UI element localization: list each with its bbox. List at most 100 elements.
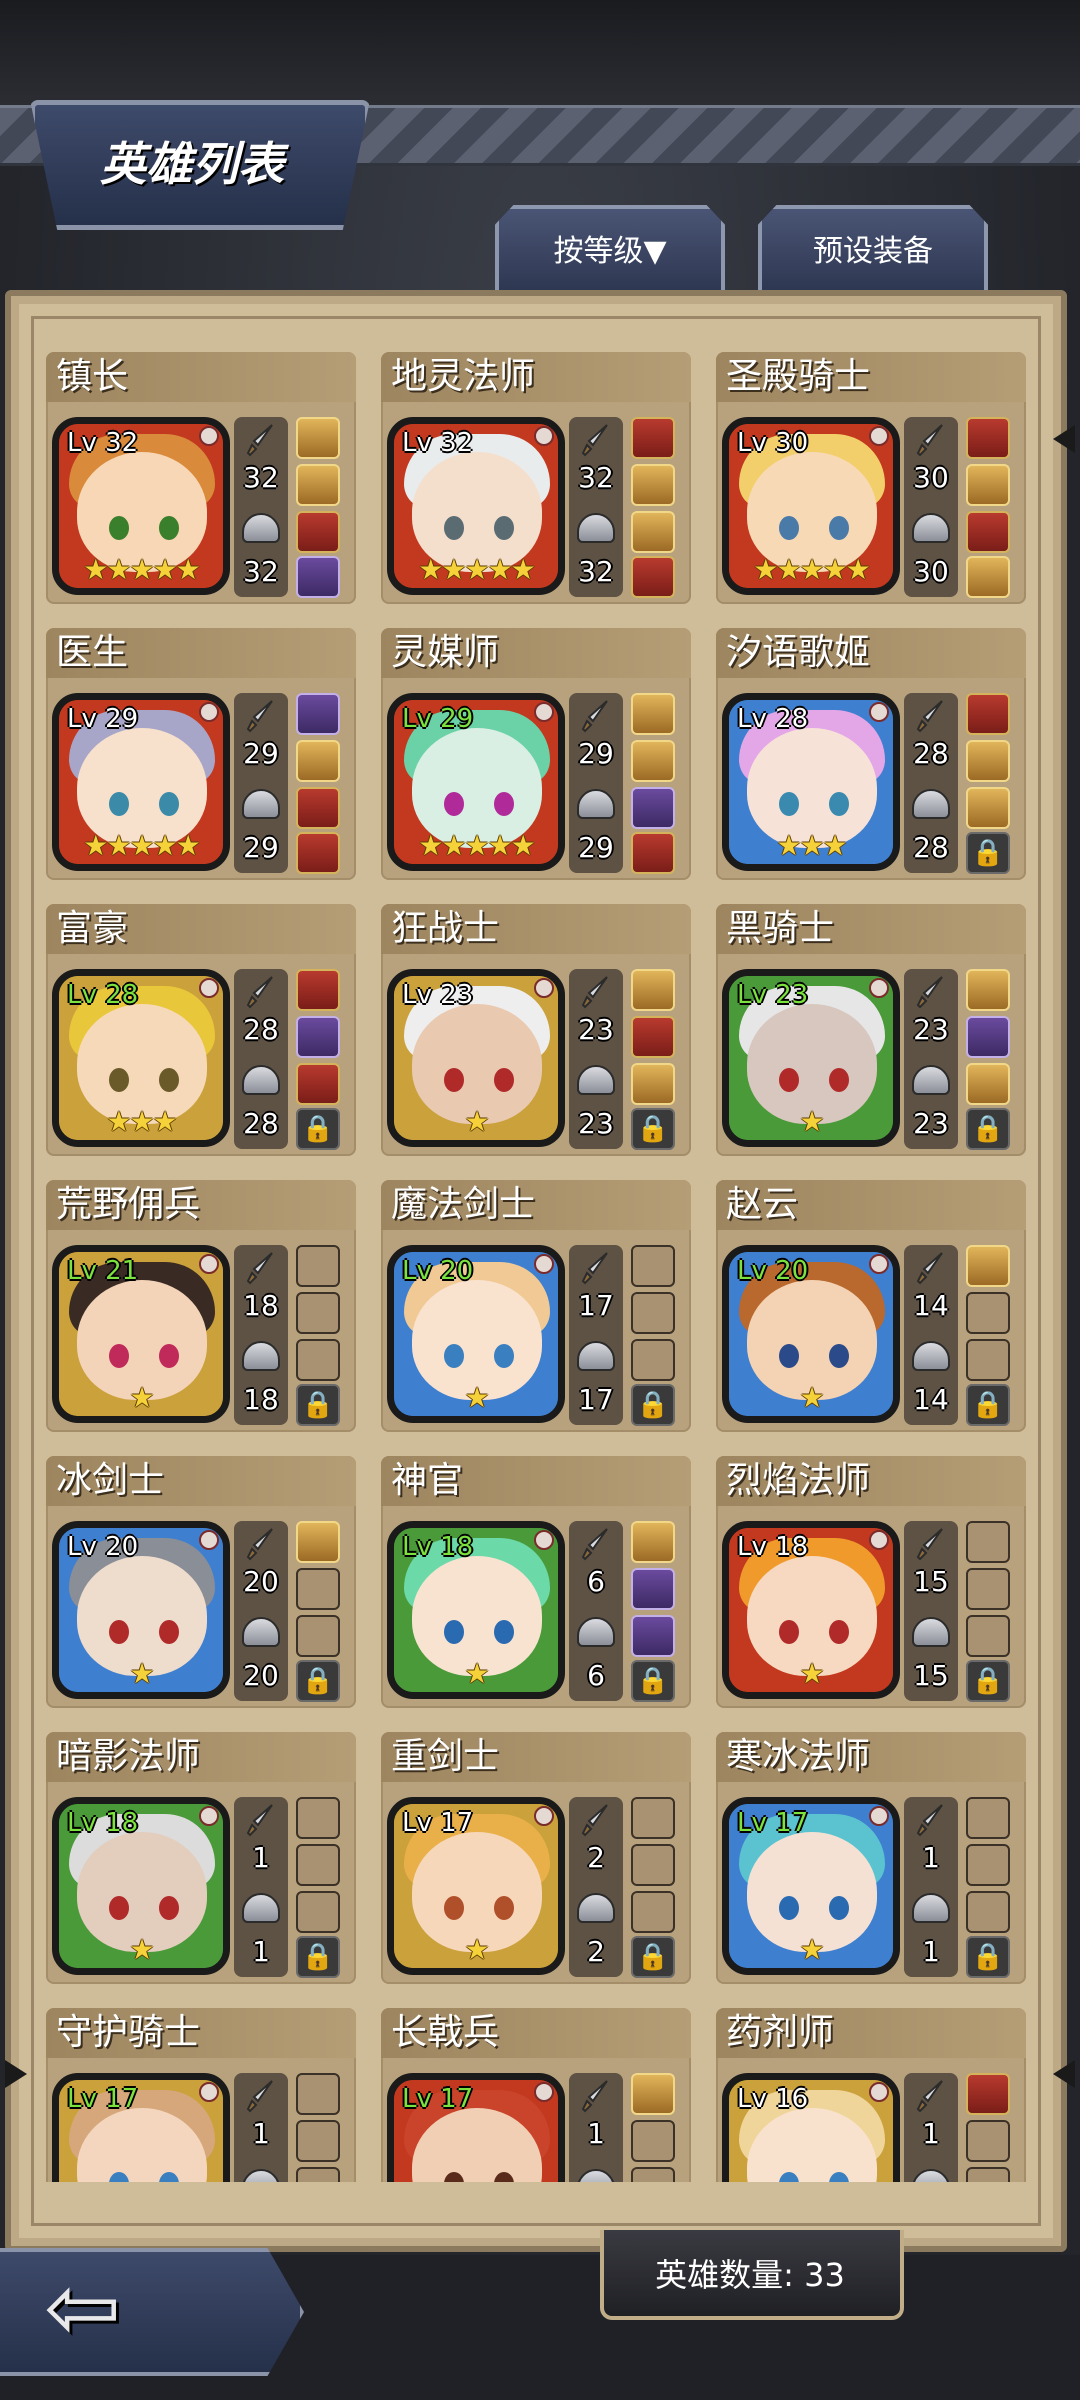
- empty-equipment-slot[interactable]: [296, 1615, 340, 1657]
- locked-slot-icon[interactable]: 🔒: [296, 1108, 340, 1150]
- locked-slot-icon[interactable]: 🔒: [966, 1660, 1010, 1702]
- empty-equipment-slot[interactable]: [631, 1844, 675, 1886]
- equipment-slot[interactable]: [631, 556, 675, 598]
- hero-portrait[interactable]: Lv 28 ★★★: [52, 969, 230, 1147]
- empty-equipment-slot[interactable]: [296, 1339, 340, 1381]
- empty-equipment-slot[interactable]: [296, 1292, 340, 1334]
- equipment-slot[interactable]: [966, 740, 1010, 782]
- back-arrow-icon[interactable]: ⇦: [44, 2262, 121, 2354]
- empty-equipment-slot[interactable]: [296, 1568, 340, 1610]
- empty-equipment-slot[interactable]: [296, 2120, 340, 2162]
- equipment-slot[interactable]: [296, 417, 340, 459]
- hero-portrait[interactable]: Lv 23 ★: [387, 969, 565, 1147]
- hero-card[interactable]: 长戟兵 Lv 17 1 1: [381, 2008, 691, 2182]
- equipment-slot[interactable]: [631, 417, 675, 459]
- hero-portrait[interactable]: Lv 32 ★★★★★: [387, 417, 565, 595]
- locked-slot-icon[interactable]: 🔒: [631, 1936, 675, 1978]
- hero-portrait[interactable]: Lv 17 ★: [387, 1797, 565, 1975]
- hero-card[interactable]: 暗影法师 Lv 18 ★ 1 1 🔒: [46, 1732, 356, 1984]
- empty-equipment-slot[interactable]: [296, 1844, 340, 1886]
- hero-card[interactable]: 烈焰法师 Lv 18 ★ 15 15 🔒: [716, 1456, 1026, 1708]
- locked-slot-icon[interactable]: 🔒: [966, 1384, 1010, 1426]
- equipment-slot[interactable]: [631, 1568, 675, 1610]
- empty-equipment-slot[interactable]: [966, 1339, 1010, 1381]
- empty-equipment-slot[interactable]: [296, 1891, 340, 1933]
- hero-card[interactable]: 医生 Lv 29 ★★★★★ 29 29: [46, 628, 356, 880]
- equipment-slot[interactable]: [296, 787, 340, 829]
- hero-portrait[interactable]: Lv 20 ★: [722, 1245, 900, 1423]
- hero-portrait[interactable]: Lv 30 ★★★★★: [722, 417, 900, 595]
- empty-equipment-slot[interactable]: [631, 1891, 675, 1933]
- equipment-slot[interactable]: [631, 832, 675, 874]
- hero-portrait[interactable]: Lv 17: [52, 2073, 230, 2182]
- hero-card[interactable]: 镇长 Lv 32 ★★★★★ 32 32: [46, 352, 356, 604]
- hero-portrait[interactable]: Lv 23 ★: [722, 969, 900, 1147]
- equipment-slot[interactable]: [966, 1016, 1010, 1058]
- equipment-slot[interactable]: [296, 1063, 340, 1105]
- equipment-slot[interactable]: [631, 1016, 675, 1058]
- empty-equipment-slot[interactable]: [296, 1245, 340, 1287]
- locked-slot-icon[interactable]: 🔒: [631, 1384, 675, 1426]
- hero-card[interactable]: 赵云 Lv 20 ★ 14 14 🔒: [716, 1180, 1026, 1432]
- hero-card[interactable]: 神官 Lv 18 ★ 6 6 🔒: [381, 1456, 691, 1708]
- equipment-slot[interactable]: [296, 969, 340, 1011]
- hero-card[interactable]: 冰剑士 Lv 20 ★ 20 20 🔒: [46, 1456, 356, 1708]
- hero-portrait[interactable]: Lv 17 ★: [722, 1797, 900, 1975]
- equipment-slot[interactable]: [966, 787, 1010, 829]
- equipment-slot[interactable]: [631, 1063, 675, 1105]
- equipment-slot[interactable]: [631, 1521, 675, 1563]
- equipment-slot[interactable]: [966, 2073, 1010, 2115]
- empty-equipment-slot[interactable]: [631, 2167, 675, 2182]
- empty-equipment-slot[interactable]: [631, 1292, 675, 1334]
- locked-slot-icon[interactable]: 🔒: [631, 1108, 675, 1150]
- empty-equipment-slot[interactable]: [631, 1245, 675, 1287]
- equipment-slot[interactable]: [296, 1521, 340, 1563]
- hero-portrait[interactable]: Lv 18 ★: [722, 1521, 900, 1699]
- equipment-slot[interactable]: [296, 511, 340, 553]
- equipment-slot[interactable]: [631, 969, 675, 1011]
- empty-equipment-slot[interactable]: [631, 1797, 675, 1839]
- equipment-slot[interactable]: [966, 969, 1010, 1011]
- empty-equipment-slot[interactable]: [966, 1844, 1010, 1886]
- empty-equipment-slot[interactable]: [631, 1339, 675, 1381]
- equipment-slot[interactable]: [296, 556, 340, 598]
- locked-slot-icon[interactable]: 🔒: [296, 1660, 340, 1702]
- sort-by-level-tab[interactable]: 按等级▼: [495, 205, 725, 294]
- equipment-slot[interactable]: [966, 556, 1010, 598]
- hero-portrait[interactable]: Lv 29 ★★★★★: [387, 693, 565, 871]
- empty-equipment-slot[interactable]: [966, 1615, 1010, 1657]
- empty-equipment-slot[interactable]: [631, 2120, 675, 2162]
- hero-card[interactable]: 富豪 Lv 28 ★★★ 28 28 🔒: [46, 904, 356, 1156]
- equipment-slot[interactable]: [296, 832, 340, 874]
- locked-slot-icon[interactable]: 🔒: [966, 1108, 1010, 1150]
- equipment-slot[interactable]: [966, 693, 1010, 735]
- locked-slot-icon[interactable]: 🔒: [966, 832, 1010, 874]
- empty-equipment-slot[interactable]: [966, 2167, 1010, 2182]
- hero-portrait[interactable]: Lv 32 ★★★★★: [52, 417, 230, 595]
- hero-card[interactable]: 药剂师 Lv 16 1 1: [716, 2008, 1026, 2182]
- empty-equipment-slot[interactable]: [966, 2120, 1010, 2162]
- equipment-slot[interactable]: [631, 511, 675, 553]
- empty-equipment-slot[interactable]: [966, 1797, 1010, 1839]
- equipment-slot[interactable]: [296, 693, 340, 735]
- empty-equipment-slot[interactable]: [966, 1891, 1010, 1933]
- hero-card[interactable]: 寒冰法师 Lv 17 ★ 1 1 🔒: [716, 1732, 1026, 1984]
- hero-card[interactable]: 狂战士 Lv 23 ★ 23 23 🔒: [381, 904, 691, 1156]
- hero-portrait[interactable]: Lv 21 ★: [52, 1245, 230, 1423]
- equipment-slot[interactable]: [631, 740, 675, 782]
- equipment-slot[interactable]: [631, 1615, 675, 1657]
- hero-portrait[interactable]: Lv 17: [387, 2073, 565, 2182]
- hero-portrait[interactable]: Lv 20 ★: [52, 1521, 230, 1699]
- hero-portrait[interactable]: Lv 20 ★: [387, 1245, 565, 1423]
- hero-card[interactable]: 汐语歌姬 Lv 28 ★★★ 28 28 🔒: [716, 628, 1026, 880]
- empty-equipment-slot[interactable]: [966, 1521, 1010, 1563]
- equipment-slot[interactable]: [966, 511, 1010, 553]
- locked-slot-icon[interactable]: 🔒: [296, 1936, 340, 1978]
- hero-card[interactable]: 重剑士 Lv 17 ★ 2 2 🔒: [381, 1732, 691, 1984]
- hero-portrait[interactable]: Lv 18 ★: [387, 1521, 565, 1699]
- hero-card[interactable]: 荒野佣兵 Lv 21 ★ 18 18 🔒: [46, 1180, 356, 1432]
- equipment-slot[interactable]: [631, 693, 675, 735]
- hero-portrait[interactable]: Lv 28 ★★★: [722, 693, 900, 871]
- equipment-slot[interactable]: [966, 464, 1010, 506]
- empty-equipment-slot[interactable]: [966, 1292, 1010, 1334]
